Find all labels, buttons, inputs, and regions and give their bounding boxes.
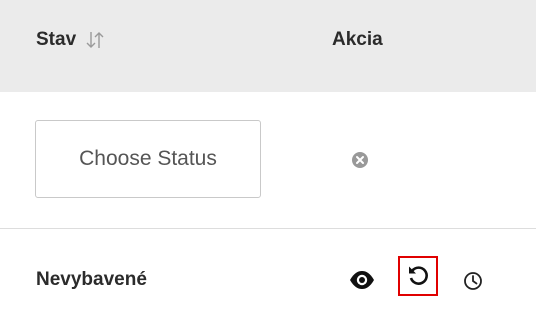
status-filter-select[interactable]: Choose Status — [35, 120, 261, 198]
column-header-status-label: Stav — [36, 29, 77, 50]
undo-button[interactable] — [398, 256, 438, 296]
status-filter-placeholder: Choose Status — [79, 147, 217, 170]
row-status-text: Nevybavené — [36, 269, 147, 290]
eye-icon[interactable] — [349, 270, 375, 290]
column-header-action: Akcia — [332, 29, 383, 50]
clock-icon[interactable] — [463, 271, 483, 291]
sort-arrows-icon[interactable] — [85, 30, 105, 50]
column-header-status[interactable]: Stav — [36, 26, 105, 54]
clear-circle-icon[interactable] — [351, 151, 369, 169]
undo-icon — [406, 264, 430, 288]
filter-row: Choose Status — [0, 92, 536, 229]
table-header-row: Stav Akcia — [0, 0, 536, 92]
table-row: Nevybavené — [0, 229, 536, 327]
